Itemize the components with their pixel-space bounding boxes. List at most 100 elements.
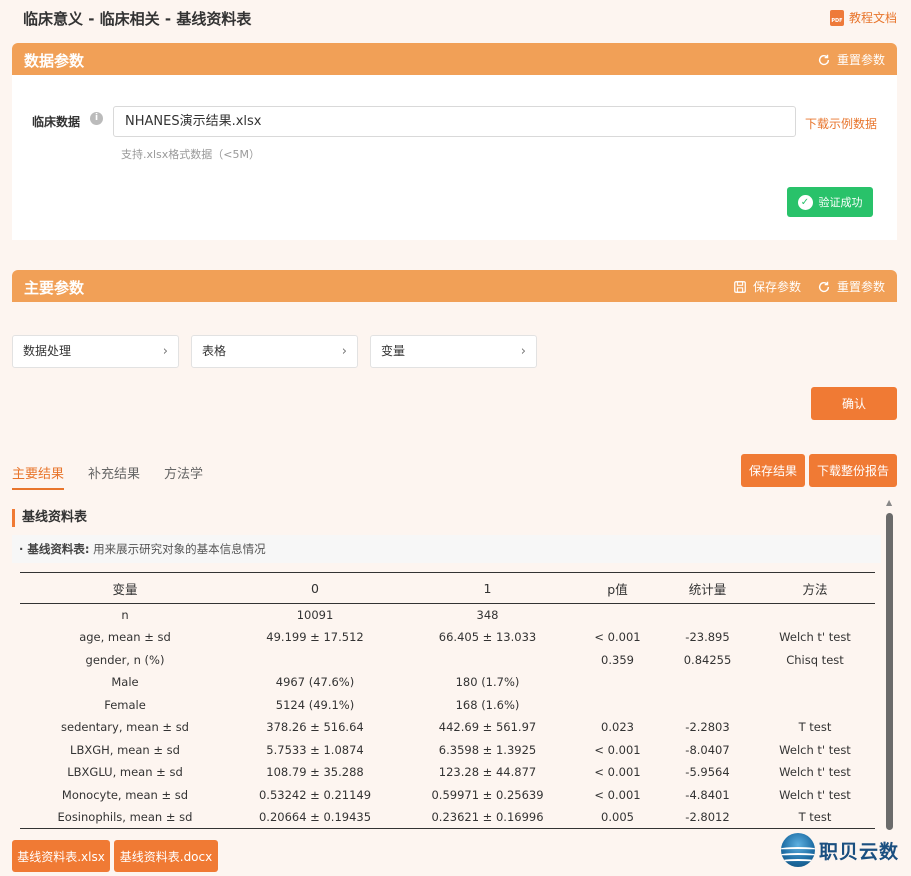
verify-success-button[interactable]: ✓ 验证成功: [787, 187, 873, 217]
variable-label: 变量: [381, 344, 406, 358]
table-cell: [575, 604, 660, 627]
table-cell: 123.28 ± 44.877: [438, 765, 537, 780]
table-cell: Female: [104, 697, 146, 712]
check-circle-icon: ✓: [797, 194, 813, 210]
table-cell: 4967 (47.6%): [275, 675, 355, 690]
variable-selector[interactable]: 变量 ›: [370, 335, 537, 368]
table-cell: 5124 (49.1%): [275, 697, 355, 712]
table-cell: [660, 694, 755, 717]
data-params-header: 数据参数 重置参数: [12, 43, 897, 75]
tab-main-results[interactable]: 主要结果: [12, 463, 65, 490]
table-cell: < 0.001: [594, 787, 641, 802]
table-cell: Monocyte, mean ± sd: [61, 787, 189, 802]
table-cell: -8.0407: [685, 742, 730, 757]
table-cell: 108.79 ± 35.288: [266, 765, 364, 780]
table-label: 表格: [202, 344, 227, 358]
tab-supplementary-results[interactable]: 补充结果: [88, 463, 140, 490]
table-row: Female 5124 (49.1%) 168 (1.6%): [20, 694, 875, 717]
table-cell: -23.895: [685, 630, 730, 645]
table-cell: 6.3598 ± 1.3925: [438, 742, 537, 757]
table-cell: 0.20664 ± 0.19435: [230, 806, 400, 829]
table-cell: -5.9564: [685, 765, 730, 780]
table-cell: [575, 671, 660, 694]
tab-methodology[interactable]: 方法学: [164, 463, 203, 490]
table-cell: LBXGH, mean ± sd: [70, 742, 180, 757]
description-bar: · 基线资料表: 用来展示研究对象的基本信息情况: [12, 535, 881, 563]
download-sample-link[interactable]: 下载示例数据: [805, 115, 877, 132]
column-header: 统计量: [660, 572, 755, 604]
table-header-row: 变量 0 1 p值 统计量 方法: [20, 572, 875, 604]
table-row: age, mean ± sd 49.199 ± 17.512 66.405 ± 13…: [20, 626, 875, 649]
refresh-icon: [818, 54, 830, 65]
table-cell: Chisq test: [786, 652, 844, 667]
table-cell: 168 (1.6%): [455, 697, 520, 712]
table-cell: < 0.001: [594, 765, 641, 780]
table-cell: 378.26 ± 516.64: [266, 720, 364, 735]
reset-label: 重置参数: [836, 280, 885, 294]
clinical-data-file-input[interactable]: NHANES演示结果.xlsx: [113, 106, 796, 137]
description-prefix: · 基线资料表:: [19, 542, 90, 556]
baseline-table: 变量 0 1 p值 统计量 方法 n 10091 348 age, mean ± s…: [20, 572, 875, 829]
table-cell: 0.005: [575, 806, 660, 829]
tutorial-doc-label: 教程文档: [848, 11, 897, 25]
reset-label: 重置参数: [836, 53, 885, 67]
table-row: gender, n (%) 0.359 0.84255 Chisq test: [20, 649, 875, 672]
data-processing-label: 数据处理: [23, 344, 72, 358]
verify-label: 验证成功: [818, 196, 863, 209]
pdf-icon: PDF: [829, 9, 844, 26]
table-cell: 0.53242 ± 0.21149: [258, 787, 372, 802]
table-selector[interactable]: 表格 ›: [191, 335, 358, 368]
page-title: 临床意义 - 临床相关 - 基线资料表: [23, 10, 252, 28]
top-bar: 临床意义 - 临床相关 - 基线资料表 PDF 教程文档: [0, 0, 911, 36]
table-cell: n: [121, 608, 129, 622]
table-cell: 0.023: [601, 720, 634, 735]
table-cell: 442.69 ± 561.97: [438, 720, 537, 735]
table-cell: [755, 671, 875, 694]
tutorial-doc-link[interactable]: PDF 教程文档: [829, 9, 897, 26]
table-row: n 10091 348: [20, 604, 875, 627]
save-params-button[interactable]: 保存参数: [733, 278, 801, 295]
scrollbar-thumb[interactable]: [886, 513, 893, 830]
table-cell: Welch t' test: [779, 742, 851, 757]
table-cell: 0.84255: [683, 652, 732, 667]
save-icon: [734, 280, 746, 293]
table-cell: [660, 671, 755, 694]
table-cell: 0.359: [601, 652, 634, 667]
table-cell: gender, n (%): [85, 652, 165, 667]
table-cell: [575, 694, 660, 717]
save-params-label: 保存参数: [752, 280, 801, 294]
column-header: 变量: [20, 572, 230, 604]
main-params-header: 主要参数 保存参数 重置参数: [12, 270, 897, 302]
table-cell: T test: [755, 806, 875, 829]
file-format-hint: 支持.xlsx格式数据（<5M）: [121, 148, 261, 161]
data-processing-selector[interactable]: 数据处理 ›: [12, 335, 179, 368]
data-params-reset-button[interactable]: 重置参数: [817, 51, 885, 68]
results-tabs: 主要结果 补充结果 方法学: [12, 463, 203, 490]
download-xlsx-button[interactable]: 基线资料表.xlsx: [12, 840, 110, 872]
table-cell: -4.8401: [685, 787, 730, 802]
confirm-button[interactable]: 确认: [811, 387, 897, 420]
table-row: Eosinophils, mean ± sd 0.20664 ± 0.19435 0…: [20, 806, 875, 829]
main-params-reset-button[interactable]: 重置参数: [817, 278, 885, 295]
table-cell: 5.7533 ± 1.0874: [266, 742, 364, 757]
table-cell: 0.59971 ± 0.25639: [431, 787, 544, 802]
info-icon[interactable]: i: [90, 112, 103, 125]
main-params-title: 主要参数: [24, 279, 85, 297]
brand-logo: 职贝云数: [781, 833, 899, 867]
chevron-right-icon: ›: [520, 344, 526, 359]
table-cell: [755, 604, 875, 627]
table-cell: Welch t' test: [779, 787, 851, 802]
table-cell: Welch t' test: [779, 765, 851, 780]
table-cell: 348: [476, 608, 499, 622]
save-results-button[interactable]: 保存结果: [741, 454, 805, 487]
wave-logo-icon: [781, 833, 815, 867]
section-title: 基线资料表: [12, 509, 87, 527]
download-docx-button[interactable]: 基线资料表.docx: [114, 840, 218, 872]
table-cell: [230, 649, 400, 672]
scroll-up-arrow-icon[interactable]: ▲: [886, 498, 892, 507]
column-header: 方法: [755, 572, 875, 604]
chevron-right-icon: ›: [341, 344, 347, 359]
table-cell: < 0.001: [594, 742, 641, 757]
download-report-button[interactable]: 下载整份报告: [809, 454, 897, 487]
table-row: sedentary, mean ± sd 378.26 ± 516.64 442.6…: [20, 716, 875, 739]
